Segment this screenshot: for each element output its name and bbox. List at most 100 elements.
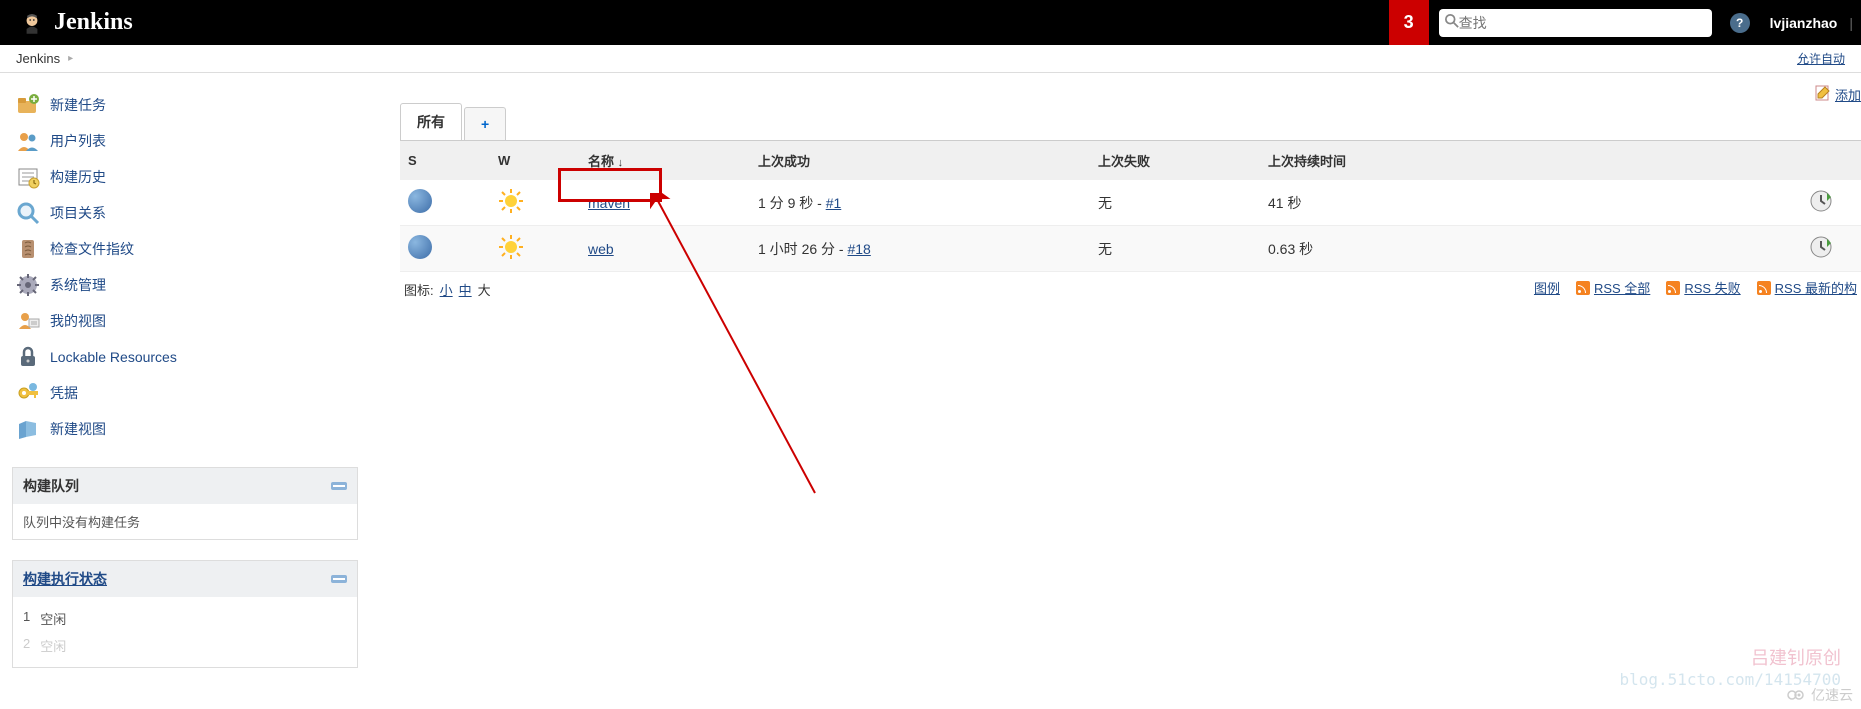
icon-size-row: 图标: 小 中 大 xyxy=(400,272,495,307)
tab-all[interactable]: 所有 xyxy=(400,103,462,140)
sidebar-item-project-relationship[interactable]: 项目关系 xyxy=(12,195,358,231)
icon-size-large: 大 xyxy=(478,280,491,299)
sidebar-item-label: 项目关系 xyxy=(50,203,106,223)
legend-link[interactable]: 图例 xyxy=(1534,278,1560,297)
job-link-web[interactable]: web xyxy=(588,241,614,257)
col-name[interactable]: 名称 ↓ xyxy=(580,141,750,181)
jenkins-logo-icon xyxy=(20,11,44,35)
sort-down-icon: ↓ xyxy=(618,157,624,169)
main-content: 添加 所有 + S W 名称 ↓ 上次成功 上次失败 上次持续时间 xyxy=(370,73,1861,682)
executor-num: 1 xyxy=(23,609,30,628)
sidebar-item-build-history[interactable]: 构建历史 xyxy=(12,159,358,195)
build-queue-panel: 构建队列 队列中没有构建任务 xyxy=(12,467,358,540)
icon-size-small[interactable]: 小 xyxy=(440,280,453,299)
last-success-cell: 1 分 9 秒 - #1 xyxy=(750,180,1090,226)
build-cell xyxy=(1801,226,1861,272)
people-icon xyxy=(16,129,40,153)
job-link-maven[interactable]: maven xyxy=(588,195,630,211)
notification-badge[interactable]: 3 xyxy=(1389,0,1429,45)
top-actions: 添加 xyxy=(1815,85,1861,104)
last-duration-cell: 41 秒 xyxy=(1260,180,1801,226)
username-link[interactable]: lvjianzhao xyxy=(1770,15,1838,31)
last-duration-cell: 0.63 秒 xyxy=(1260,226,1801,272)
search-icon xyxy=(1445,14,1459,31)
icon-size-medium[interactable]: 中 xyxy=(459,280,472,299)
build-cell xyxy=(1801,180,1861,226)
rss-latest[interactable]: RSS 最新的构 xyxy=(1757,278,1857,297)
last-failure-cell: 无 xyxy=(1090,226,1260,272)
col-weather[interactable]: W xyxy=(490,141,580,181)
col-last-duration[interactable]: 上次持续时间 xyxy=(1260,141,1801,181)
col-last-success[interactable]: 上次成功 xyxy=(750,141,1090,181)
sidebar-item-fingerprint[interactable]: 检查文件指纹 xyxy=(12,231,358,267)
queue-empty-text: 队列中没有构建任务 xyxy=(23,515,140,530)
status-cell xyxy=(400,180,490,226)
top-header: Jenkins 3 ? lvjianzhao | xyxy=(0,0,1861,45)
sidebar-item-label: 凭据 xyxy=(50,383,78,403)
sidebar-item-my-views[interactable]: 我的视图 xyxy=(12,303,358,339)
logo-area[interactable]: Jenkins xyxy=(0,9,133,36)
col-status[interactable]: S xyxy=(400,141,490,181)
main-layout: 新建任务 用户列表 构建历史 项目关系 检查文件指纹 系统管理 xyxy=(0,73,1861,682)
executor-num: 2 xyxy=(23,636,30,655)
collapse-icon[interactable] xyxy=(331,575,347,583)
logo-text: Jenkins xyxy=(54,9,133,36)
help-icon[interactable]: ? xyxy=(1730,13,1750,33)
col-last-failure[interactable]: 上次失败 xyxy=(1090,141,1260,181)
build-executor-body: 1 空闲 2 空闲 xyxy=(13,597,357,667)
rss-all[interactable]: RSS 全部 xyxy=(1576,278,1650,297)
sidebar-item-label: 我的视图 xyxy=(50,311,106,331)
table-row: web 1 小时 26 分 - #18 无 0.63 秒 xyxy=(400,226,1861,272)
collapse-icon[interactable] xyxy=(331,482,347,490)
breadcrumb: Jenkins ▸ 允许自动 xyxy=(0,45,1861,73)
sidebar-item-label: 检查文件指纹 xyxy=(50,239,134,259)
rss-failed[interactable]: RSS 失败 xyxy=(1666,278,1740,297)
sidebar-item-new-view[interactable]: 新建视图 xyxy=(12,411,358,447)
sidebar-item-manage[interactable]: 系统管理 xyxy=(12,267,358,303)
schedule-build-icon[interactable] xyxy=(1809,235,1833,259)
tabs: 所有 + xyxy=(400,103,1861,140)
credentials-icon xyxy=(16,381,40,405)
weather-sunny-icon xyxy=(498,234,524,260)
weather-cell xyxy=(490,226,580,272)
manage-icon xyxy=(16,273,40,297)
search-input[interactable] xyxy=(1459,15,1706,31)
build-history-icon xyxy=(16,165,40,189)
auto-refresh-link[interactable]: 允许自动 xyxy=(1797,52,1845,66)
panel-title: 构建队列 xyxy=(23,476,79,496)
status-blue-icon xyxy=(408,235,432,259)
add-description-link[interactable]: 添加 xyxy=(1835,85,1861,104)
rss-row: 图例 RSS 全部 RSS 失败 RSS 最新的构 xyxy=(1530,272,1861,303)
sidebar-item-people[interactable]: 用户列表 xyxy=(12,123,358,159)
sidebar-item-new-item[interactable]: 新建任务 xyxy=(12,87,358,123)
executor-row: 2 空闲 xyxy=(23,632,347,659)
sidebar-item-credentials[interactable]: 凭据 xyxy=(12,375,358,411)
corner-logo: 亿速云 xyxy=(1787,685,1853,705)
last-failure-cell: 无 xyxy=(1090,180,1260,226)
executor-row: 1 空闲 xyxy=(23,605,347,632)
sidebar-item-label: 构建历史 xyxy=(50,167,106,187)
status-cell xyxy=(400,226,490,272)
sidebar-item-lockable-resources[interactable]: Lockable Resources xyxy=(12,339,358,375)
sidebar: 新建任务 用户列表 构建历史 项目关系 检查文件指纹 系统管理 xyxy=(0,73,370,682)
panel-title[interactable]: 构建执行状态 xyxy=(23,569,107,589)
chevron-right-icon: ▸ xyxy=(68,53,73,64)
build-link[interactable]: #1 xyxy=(826,195,842,211)
sidebar-item-label: 新建任务 xyxy=(50,95,106,115)
corner-logo-text: 亿速云 xyxy=(1811,685,1853,705)
status-blue-icon xyxy=(408,189,432,213)
table-row: maven 1 分 9 秒 - #1 无 41 秒 xyxy=(400,180,1861,226)
search-box[interactable] xyxy=(1439,9,1712,37)
build-executor-header[interactable]: 构建执行状态 xyxy=(13,561,357,597)
tab-add[interactable]: + xyxy=(464,107,506,140)
col-build xyxy=(1801,141,1861,181)
build-link[interactable]: #18 xyxy=(847,241,870,257)
build-executor-panel: 构建执行状态 1 空闲 2 空闲 xyxy=(12,560,358,668)
breadcrumb-root[interactable]: Jenkins xyxy=(16,51,60,66)
weather-sunny-icon xyxy=(498,188,524,214)
lock-icon xyxy=(16,345,40,369)
schedule-build-icon[interactable] xyxy=(1809,189,1833,213)
side-menu: 新建任务 用户列表 构建历史 项目关系 检查文件指纹 系统管理 xyxy=(12,87,358,447)
sidebar-item-label: Lockable Resources xyxy=(50,349,177,365)
build-queue-header[interactable]: 构建队列 xyxy=(13,468,357,504)
